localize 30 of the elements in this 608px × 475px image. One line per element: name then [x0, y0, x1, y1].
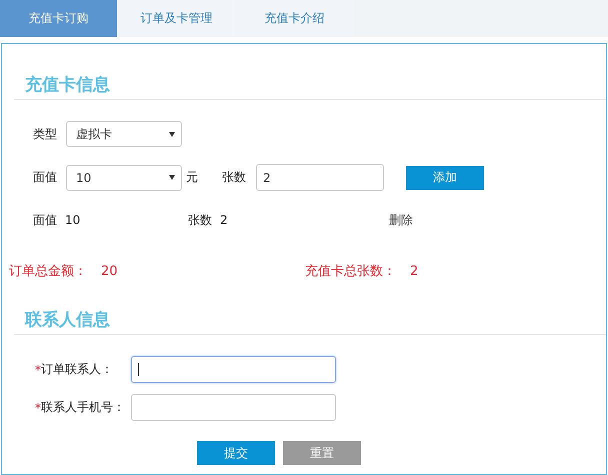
caret-icon	[169, 132, 175, 136]
section-title: 联系人信息	[24, 309, 111, 332]
caret-icon	[169, 175, 175, 180]
add-button[interactable]: 添加	[406, 166, 484, 190]
total-value: 2	[410, 264, 418, 278]
unit-label: 元	[186, 169, 199, 186]
required-mark: *	[35, 400, 41, 414]
text-input[interactable]	[131, 394, 336, 421]
type-select[interactable]: 虚拟卡	[66, 121, 182, 147]
reset-button[interactable]: 重置	[283, 441, 361, 465]
field-label: 张数	[188, 212, 212, 228]
field-label: 张数	[222, 169, 247, 186]
count-input[interactable]: 2	[256, 164, 384, 191]
field-label: 联系人手机号：	[41, 399, 125, 416]
total-label: 充值卡总张数：	[305, 263, 396, 280]
total-value: 20	[101, 264, 118, 278]
required-mark: *	[35, 362, 41, 376]
tab[interactable]: 充值卡订购	[0, 0, 117, 37]
text-input[interactable]	[131, 356, 336, 383]
section-title: 充值卡信息	[24, 74, 111, 97]
field-label: 订单联系人：	[41, 361, 113, 378]
field-label: 面值	[33, 212, 57, 228]
field-label: 面值	[33, 169, 58, 186]
delete-link[interactable]: 删除	[389, 212, 413, 228]
face-value: 10	[65, 213, 82, 227]
field-label: 类型	[33, 126, 58, 142]
face-value-select[interactable]: 10	[66, 164, 182, 190]
count-value: 2	[220, 213, 229, 227]
total-label: 订单总金额：	[9, 263, 87, 280]
submit-button[interactable]: 提交	[197, 441, 275, 465]
